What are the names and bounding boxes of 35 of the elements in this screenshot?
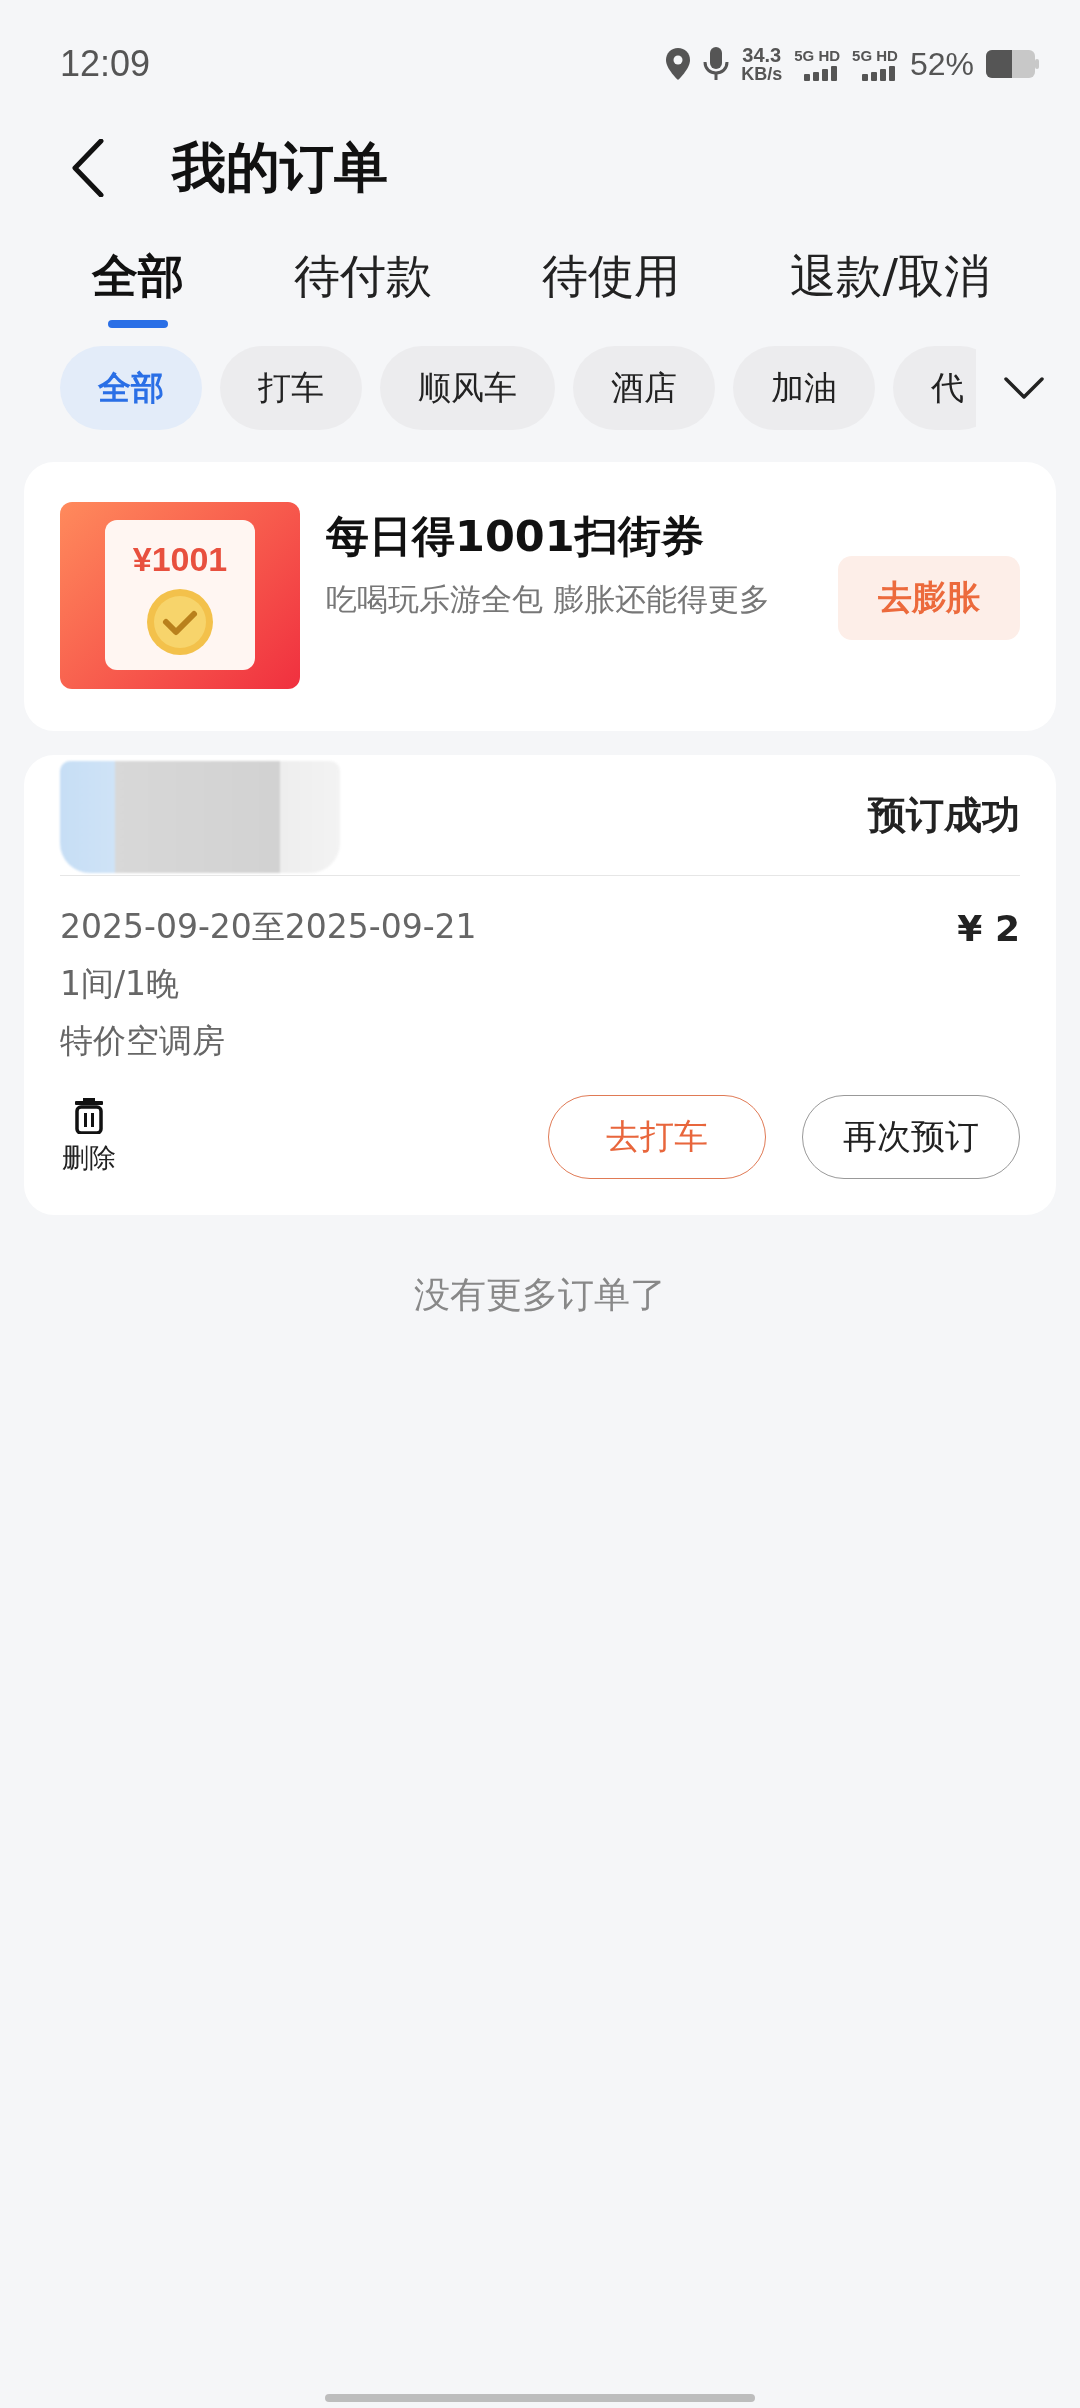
order-price: ¥ 2: [957, 908, 1020, 949]
microphone-icon: [703, 46, 730, 82]
trash-icon: [74, 1098, 104, 1134]
speed-unit: KB/s: [741, 65, 783, 83]
filter-chip[interactable]: 顺风车: [380, 346, 555, 430]
promo-description: 吃喝玩乐游全包 膨胀还能得更多: [326, 580, 771, 619]
clock-time: 12:09: [60, 43, 151, 85]
chevron-down-icon[interactable]: [1004, 377, 1044, 399]
tab[interactable]: 退款/取消: [790, 246, 990, 332]
filter-chip[interactable]: 加油: [733, 346, 875, 430]
room-type: 特价空调房: [60, 1020, 226, 1062]
promo-title: 每日得1001扫街券: [326, 510, 705, 563]
room-count: 1间/1晚: [60, 963, 181, 1005]
tab[interactable]: 待付款: [294, 246, 433, 332]
filter-chip[interactable]: 代: [893, 346, 976, 430]
battery-percent: 52%: [909, 45, 974, 83]
network-speed: 34.3: [742, 45, 782, 65]
delete-button[interactable]: 删除: [62, 1098, 116, 1176]
page-title: 我的订单: [172, 134, 388, 201]
filter-chip[interactable]: 打车: [220, 346, 362, 430]
end-of-list-text: 没有更多订单了: [413, 1273, 667, 1317]
location-icon: [665, 47, 692, 81]
filter-chip[interactable]: 全部: [60, 346, 202, 430]
battery-icon: [986, 50, 1040, 78]
filter-chip[interactable]: 酒店: [573, 346, 715, 430]
back-icon[interactable]: [72, 139, 104, 197]
tab[interactable]: 待使用: [542, 246, 681, 332]
order-status: 预订成功: [868, 791, 1020, 839]
stay-dates: 2025-09-20至2025-09-21: [60, 906, 477, 948]
coupon-amount: ¥1001: [132, 540, 228, 579]
check-icon: [145, 587, 215, 657]
action-button[interactable]: 再次预订: [802, 1095, 1020, 1179]
tab[interactable]: 全部: [92, 246, 184, 332]
network-label: 5G HD: [852, 47, 898, 63]
network-label: 5G HD: [794, 47, 841, 63]
